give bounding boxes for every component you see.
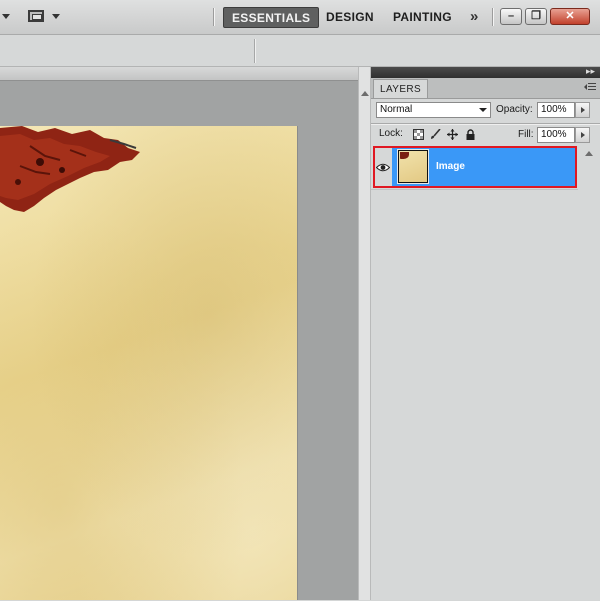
- restore-icon: ❐: [531, 10, 541, 22]
- close-button[interactable]: ✕: [550, 8, 590, 25]
- document-title-bar[interactable]: [0, 67, 358, 81]
- blend-mode-select[interactable]: Normal: [376, 102, 491, 118]
- panel-menu-icon[interactable]: [584, 81, 596, 93]
- blend-mode-value: Normal: [380, 104, 413, 115]
- layers-panel: ▸▸ LAYERS Normal Opacity: 100% Lock: Fil…: [371, 66, 600, 601]
- lock-transparent-icon[interactable]: [413, 129, 424, 140]
- opacity-field[interactable]: 100%: [537, 102, 575, 118]
- layer-row[interactable]: Image: [371, 145, 578, 189]
- divider: [254, 39, 255, 63]
- divider: [371, 123, 600, 124]
- more-workspaces-icon[interactable]: »: [470, 7, 478, 27]
- layers-list-empty-area: [371, 189, 578, 601]
- divider: [213, 8, 215, 26]
- autumn-leaf-image: [0, 126, 140, 212]
- layers-scrollbar[interactable]: [578, 145, 600, 600]
- application-bar: ESSENTIALS DESIGN PAINTING » – ❐ ✕: [0, 0, 600, 35]
- screen-mode-dropdown-icon[interactable]: [52, 14, 60, 19]
- document-window[interactable]: [0, 67, 358, 600]
- minimize-button[interactable]: –: [500, 8, 522, 25]
- fill-slider-button[interactable]: [575, 127, 590, 143]
- panel-tab-row: LAYERS: [371, 78, 600, 99]
- scroll-up-icon[interactable]: [585, 151, 593, 156]
- screen-mode-icon[interactable]: [28, 10, 44, 22]
- highlight-annotation-box: [373, 146, 577, 188]
- restore-button[interactable]: ❐: [525, 8, 547, 25]
- lock-position-icon[interactable]: [447, 129, 458, 140]
- workspace-painting[interactable]: PAINTING: [393, 7, 452, 28]
- workspace-essentials[interactable]: ESSENTIALS: [223, 7, 320, 28]
- collapse-icon[interactable]: ▸▸: [586, 66, 595, 77]
- lock-image-icon[interactable]: [430, 129, 441, 140]
- options-bar: [0, 35, 600, 67]
- opacity-slider-button[interactable]: [575, 102, 590, 118]
- lock-label: Lock:: [379, 128, 403, 139]
- tab-layers[interactable]: LAYERS: [373, 79, 429, 98]
- divider: [492, 8, 494, 26]
- lock-all-icon[interactable]: [465, 129, 476, 140]
- fill-label: Fill:: [518, 129, 534, 140]
- chevron-down-icon: [479, 108, 487, 112]
- minimize-icon: –: [507, 10, 515, 22]
- opacity-label: Opacity:: [496, 104, 533, 115]
- panel-collapse-bar[interactable]: ▸▸: [371, 66, 600, 78]
- scroll-up-icon[interactable]: [361, 91, 369, 96]
- fill-field[interactable]: 100%: [537, 127, 575, 143]
- chevron-down-icon[interactable]: [2, 14, 10, 19]
- close-icon: ✕: [565, 10, 575, 22]
- document-scrollbar[interactable]: [358, 67, 371, 600]
- workspace-design[interactable]: DESIGN: [326, 7, 374, 28]
